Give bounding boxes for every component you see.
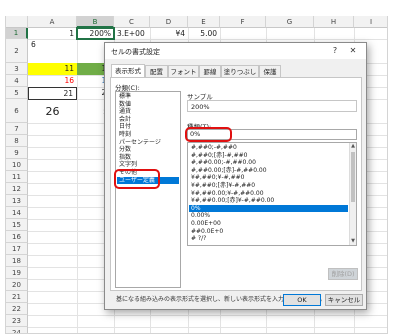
category-item[interactable]: 分数 bbox=[117, 146, 179, 154]
format-item[interactable]: #,##0;-#,##0 bbox=[189, 144, 348, 152]
row-header-16[interactable]: 16 bbox=[6, 231, 28, 243]
column-header-f[interactable]: F bbox=[220, 16, 266, 28]
row-header-18[interactable]: 18 bbox=[6, 255, 28, 267]
category-item[interactable]: 標準 bbox=[117, 93, 179, 101]
cell-a5[interactable]: 21 bbox=[28, 87, 77, 100]
cell-e1[interactable]: 5.00 bbox=[188, 28, 220, 39]
cell-d1[interactable]: ¥4 bbox=[150, 28, 188, 39]
sample-box: 200% bbox=[187, 100, 357, 112]
row-header-14[interactable]: 14 bbox=[6, 207, 28, 219]
active-cell-border bbox=[76, 27, 115, 40]
row-header-22[interactable]: 22 bbox=[6, 303, 28, 315]
row-header-9[interactable]: 9 bbox=[6, 147, 28, 159]
row-header-24[interactable]: 24 bbox=[6, 327, 28, 333]
column-header-a[interactable]: A bbox=[28, 16, 77, 28]
row-header-11[interactable]: 11 bbox=[6, 171, 28, 183]
scroll-up-arrow-icon[interactable]: ▲ bbox=[350, 143, 356, 150]
tab-border[interactable]: 罫線 bbox=[199, 65, 221, 77]
category-item[interactable]: 文字列 bbox=[117, 161, 179, 169]
cancel-button[interactable]: キャンセル bbox=[325, 294, 363, 306]
category-item[interactable]: 通貨 bbox=[117, 108, 179, 116]
format-item[interactable]: # ?/? bbox=[189, 235, 348, 243]
row-header-6[interactable]: 6 bbox=[6, 99, 28, 123]
row-header-2[interactable]: 2 bbox=[6, 39, 28, 63]
format-list[interactable]: #,##0;-#,##0 #,##0;[赤]-#,##0 #,##0.00;-#… bbox=[187, 142, 357, 246]
row-header-13[interactable]: 13 bbox=[6, 195, 28, 207]
cell-a4[interactable]: 16 bbox=[28, 75, 77, 86]
row-header-5[interactable]: 5 bbox=[6, 87, 28, 99]
sample-value: 200% bbox=[191, 103, 210, 111]
row-header-20[interactable]: 20 bbox=[6, 279, 28, 291]
scroll-thumb[interactable] bbox=[351, 152, 355, 202]
row-header-12[interactable]: 12 bbox=[6, 183, 28, 195]
row-header-10[interactable]: 10 bbox=[6, 159, 28, 171]
number-format-panel: 分類(C): 標準 数値 通貨 会計 日付 時刻 パーセンテージ 分数 指数 文… bbox=[110, 77, 362, 303]
column-header-d[interactable]: D bbox=[150, 16, 188, 28]
row-header-19[interactable]: 19 bbox=[6, 267, 28, 279]
grid-line bbox=[28, 315, 387, 316]
format-item[interactable]: #,##0.00;-#,##0.00 bbox=[189, 159, 348, 167]
category-highlight-box bbox=[114, 169, 160, 189]
format-item[interactable]: #,##0.00;[赤]-#,##0.00 bbox=[189, 167, 348, 175]
row-header-7[interactable]: 7 bbox=[6, 123, 28, 135]
category-list[interactable]: 標準 数値 通貨 会計 日付 時刻 パーセンテージ 分数 指数 文字列 その他 … bbox=[115, 91, 181, 288]
type-highlight-box bbox=[185, 127, 232, 142]
row-header-1[interactable]: 1 bbox=[6, 28, 28, 39]
dialog-title: セルの書式設定 bbox=[111, 48, 160, 56]
column-header-g[interactable]: G bbox=[266, 16, 314, 28]
tab-fill[interactable]: 塗りつぶし bbox=[221, 65, 259, 77]
format-item[interactable]: 0.00% bbox=[189, 212, 348, 220]
scroll-down-arrow-icon[interactable]: ▼ bbox=[350, 238, 356, 245]
format-item[interactable]: ##0.0E+0 bbox=[189, 228, 348, 236]
row-header-23[interactable]: 23 bbox=[6, 315, 28, 327]
cell-a1[interactable]: 1 bbox=[28, 28, 77, 39]
help-button[interactable]: ? bbox=[330, 46, 340, 56]
tab-font[interactable]: フォント bbox=[168, 65, 199, 77]
format-item[interactable]: 0.00E+00 bbox=[189, 220, 348, 228]
row-header-3[interactable]: 3 bbox=[6, 63, 28, 75]
format-item[interactable]: ¥#,##0;[赤]¥-#,##0 bbox=[189, 182, 348, 190]
row-header-17[interactable]: 17 bbox=[6, 243, 28, 255]
format-item[interactable]: ¥#,##0;¥-#,##0 bbox=[189, 174, 348, 182]
cell-a2[interactable]: 6 bbox=[28, 39, 77, 50]
dialog-title-bar[interactable]: セルの書式設定 ? ✕ bbox=[105, 43, 366, 59]
row-header-4[interactable]: 4 bbox=[6, 75, 28, 87]
column-header-h[interactable]: H bbox=[314, 16, 354, 28]
column-header-c[interactable]: C bbox=[114, 16, 150, 28]
select-all-corner[interactable] bbox=[6, 16, 28, 28]
grid-line bbox=[28, 327, 387, 328]
row-header-15[interactable]: 15 bbox=[6, 219, 28, 231]
format-item[interactable]: ¥#,##0.00;¥-#,##0.00 bbox=[189, 190, 348, 198]
row-header-8[interactable]: 8 bbox=[6, 135, 28, 147]
tab-number[interactable]: 表示形式 bbox=[111, 64, 145, 78]
cell-a6[interactable]: 26 bbox=[28, 105, 77, 119]
format-item[interactable]: ¥#,##0.00;[赤]¥-#,##0.00 bbox=[189, 197, 348, 205]
column-header-i[interactable]: I bbox=[354, 16, 387, 28]
cell-a3[interactable]: 11 bbox=[28, 63, 77, 75]
column-header-e[interactable]: E bbox=[188, 16, 220, 28]
excel-window: A B C D E F G H I 1 2 3 4 5 6 7 8 9 10 1… bbox=[0, 0, 398, 336]
format-item[interactable]: #,##0;[赤]-#,##0 bbox=[189, 152, 348, 160]
close-icon[interactable]: ✕ bbox=[348, 46, 358, 56]
cell-c1[interactable]: 3.E+00 bbox=[114, 28, 150, 39]
tab-protection[interactable]: 保護 bbox=[259, 65, 281, 77]
category-item[interactable]: 日付 bbox=[117, 123, 179, 131]
format-list-scrollbar[interactable]: ▲ ▼ bbox=[349, 143, 356, 245]
format-cells-dialog: セルの書式設定 ? ✕ 表示形式 配置 フォント 罫線 塗りつぶし 保護 分類(… bbox=[104, 42, 367, 310]
format-item-selected[interactable]: 0% bbox=[189, 204, 348, 213]
tab-alignment[interactable]: 配置 bbox=[145, 65, 168, 77]
delete-button[interactable]: 削除(D) bbox=[328, 268, 358, 280]
ok-button[interactable]: OK bbox=[283, 294, 321, 306]
row-header-21[interactable]: 21 bbox=[6, 291, 28, 303]
category-item[interactable]: 時刻 bbox=[117, 131, 179, 139]
